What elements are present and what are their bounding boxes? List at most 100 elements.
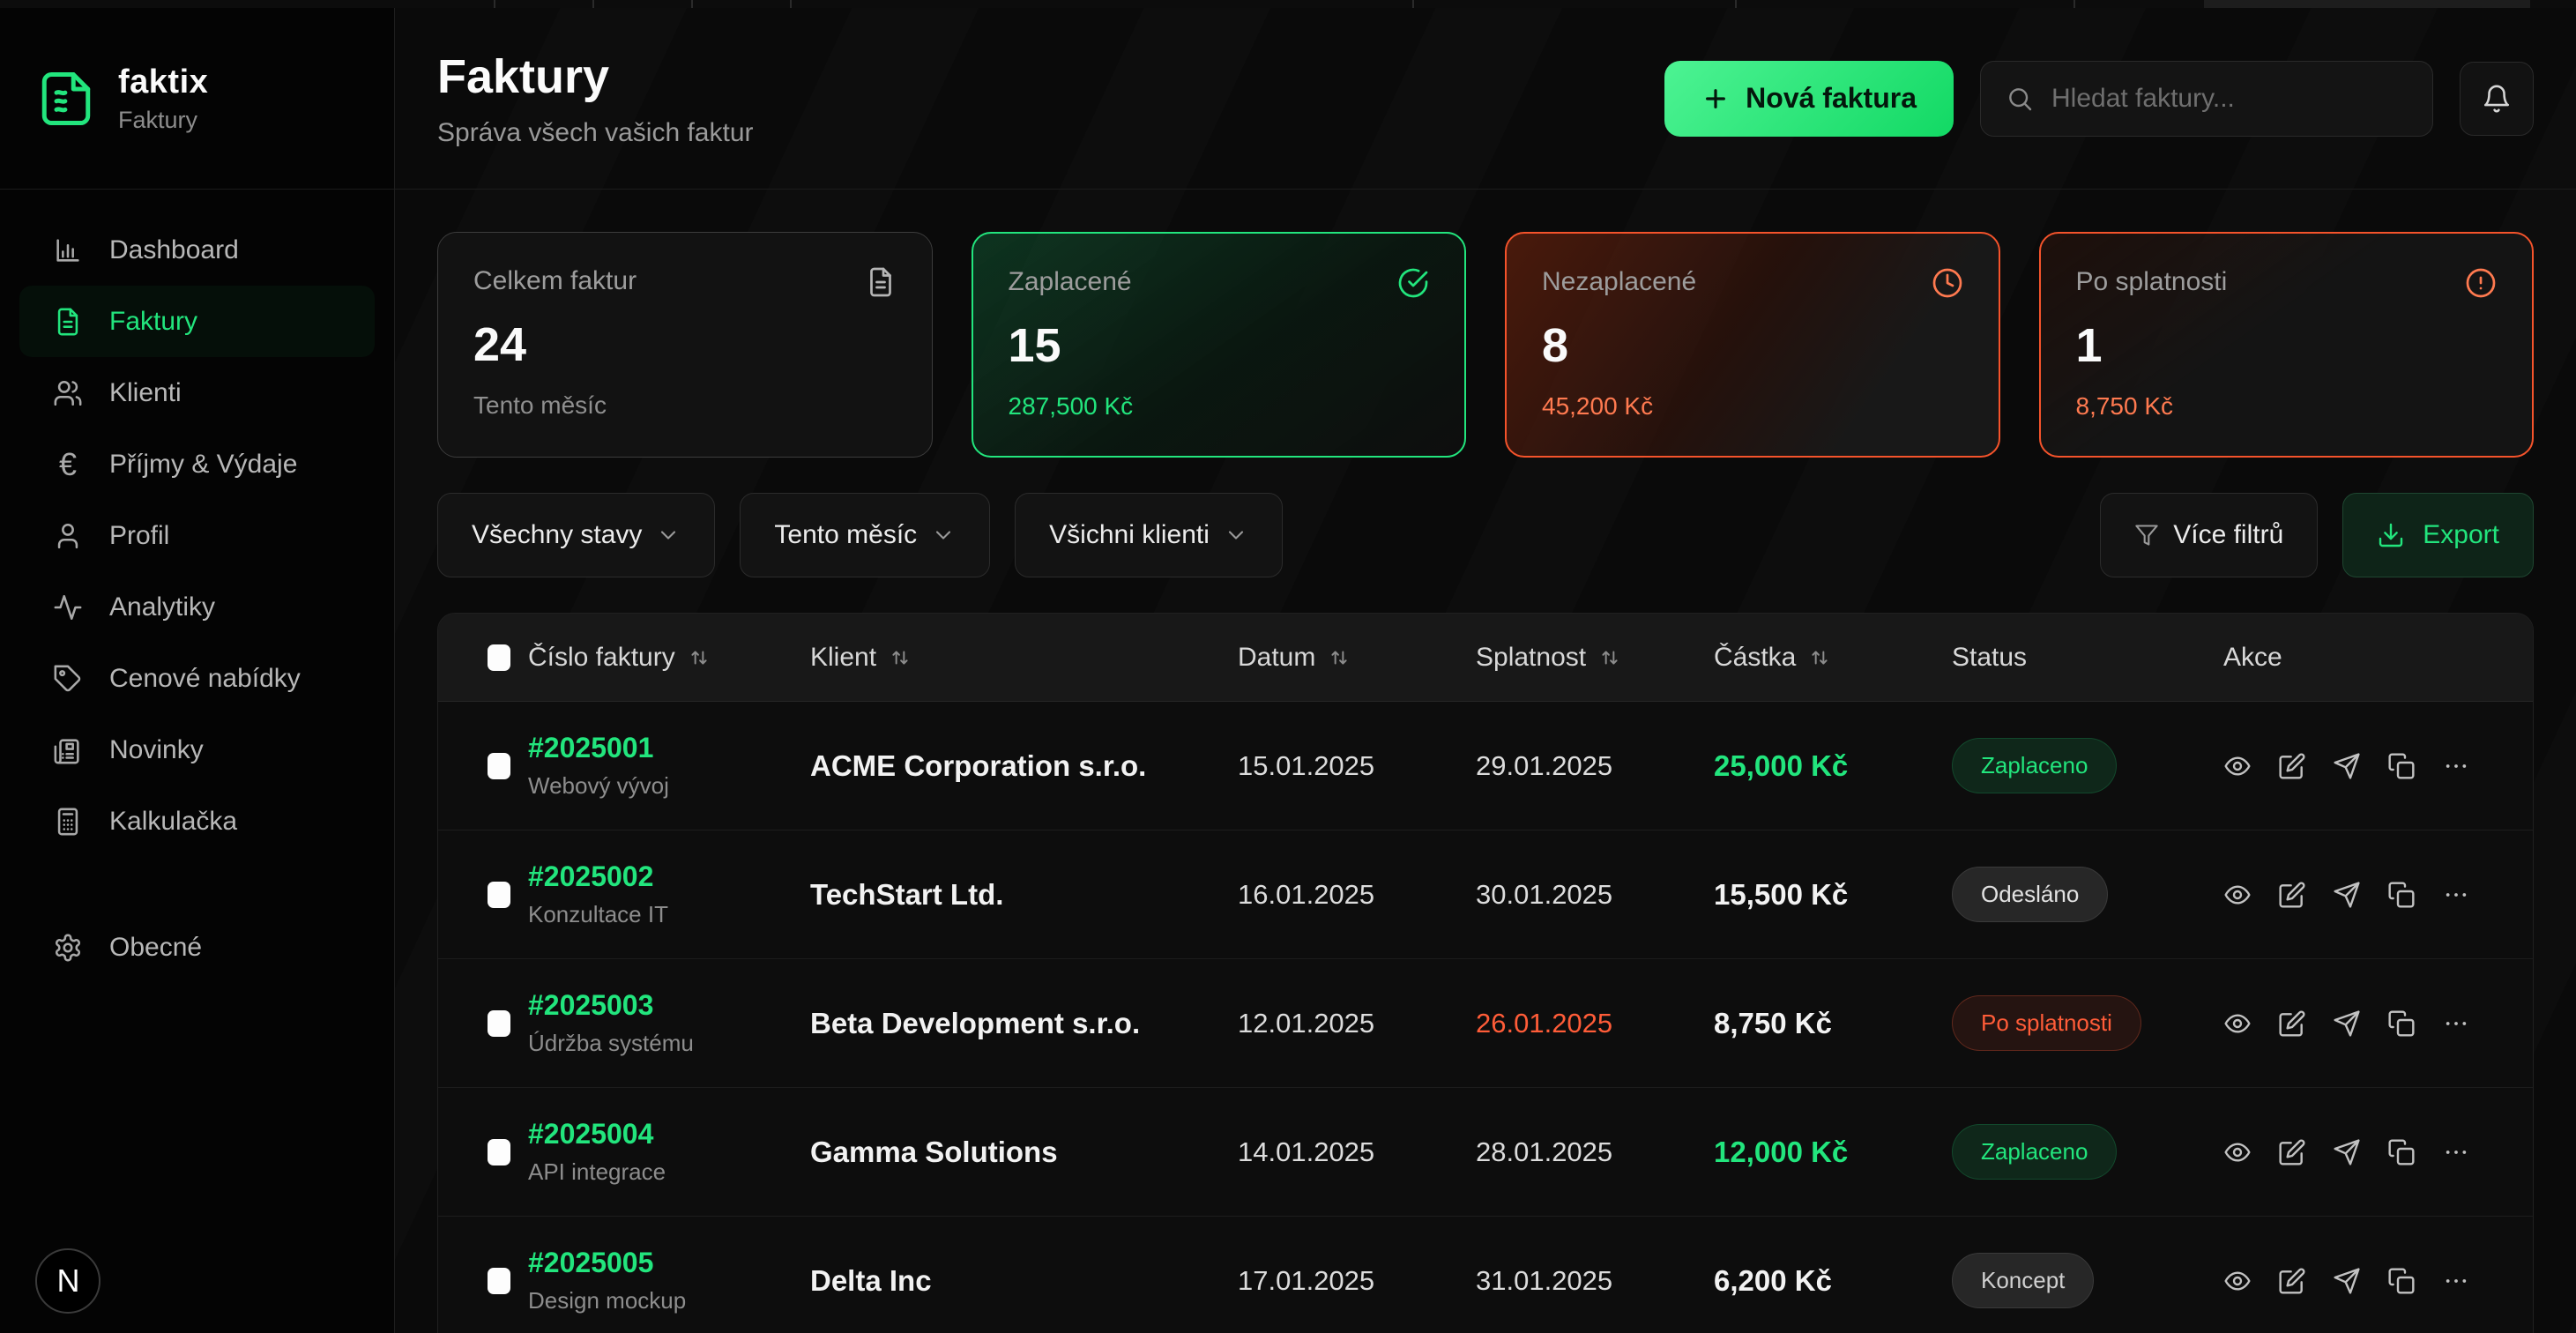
- column-header-due[interactable]: Splatnost: [1476, 643, 1714, 673]
- invoice-number[interactable]: #2025005: [528, 1247, 810, 1279]
- new-invoice-button[interactable]: Nová faktura: [1664, 61, 1954, 137]
- column-header-client[interactable]: Klient: [810, 643, 1238, 673]
- export-label: Export: [2423, 520, 2499, 550]
- search-box[interactable]: [1980, 61, 2433, 137]
- invoice-client: TechStart Ltd.: [810, 878, 1238, 912]
- view-icon[interactable]: [2223, 752, 2252, 780]
- sidebar-item-label: Obecné: [109, 933, 202, 963]
- filters-row: Všechny stavy Tento měsíc Všichni klient…: [395, 458, 2576, 577]
- row-checkbox[interactable]: [488, 882, 510, 908]
- invoice-number[interactable]: #2025001: [528, 732, 810, 764]
- page-header: Faktury Správa všech vašich faktur Nová …: [395, 8, 2576, 190]
- users-icon: [53, 378, 83, 408]
- more-actions-icon[interactable]: [2442, 752, 2470, 780]
- sidebar-item-label: Analytiky: [109, 592, 215, 622]
- client-filter-dropdown[interactable]: Všichni klienti: [1015, 493, 1283, 577]
- search-input[interactable]: [2051, 84, 2408, 114]
- row-checkbox[interactable]: [488, 1010, 510, 1037]
- sidebar-item-faktury[interactable]: Faktury: [19, 286, 375, 357]
- more-actions-icon[interactable]: [2442, 1009, 2470, 1038]
- status-filter-dropdown[interactable]: Všechny stavy: [437, 493, 715, 577]
- table-header-row: Číslo faktury Klient Datum Splatnost Čás…: [438, 614, 2533, 702]
- invoice-project: Design mockup: [528, 1287, 810, 1314]
- sidebar-item-analytiky[interactable]: Analytiky: [19, 571, 375, 643]
- invoice-due: 29.01.2025: [1476, 750, 1714, 782]
- send-icon[interactable]: [2333, 752, 2361, 780]
- view-icon[interactable]: [2223, 1138, 2252, 1166]
- sidebar-item-prijmy-vydaje[interactable]: € Příjmy & Výdaje: [19, 428, 375, 500]
- period-filter-dropdown[interactable]: Tento měsíc: [740, 493, 990, 577]
- invoice-number[interactable]: #2025004: [528, 1118, 810, 1151]
- invoice-project: Údržba systému: [528, 1030, 810, 1057]
- sidebar-item-label: Dashboard: [109, 235, 239, 265]
- row-checkbox[interactable]: [488, 1139, 510, 1165]
- send-icon[interactable]: [2333, 1138, 2361, 1166]
- table-row[interactable]: #2025005 Design mockup Delta Inc 17.01.2…: [438, 1217, 2533, 1333]
- edit-icon[interactable]: [2278, 1138, 2306, 1166]
- copy-icon[interactable]: [2387, 752, 2416, 780]
- copy-icon[interactable]: [2387, 881, 2416, 909]
- view-icon[interactable]: [2223, 881, 2252, 909]
- sidebar-item-novinky[interactable]: Novinky: [19, 714, 375, 786]
- copy-icon[interactable]: [2387, 1138, 2416, 1166]
- table-row[interactable]: #2025004 API integrace Gamma Solutions 1…: [438, 1088, 2533, 1217]
- sidebar-item-label: Profil: [109, 521, 169, 551]
- nextjs-dev-badge[interactable]: N: [35, 1248, 101, 1314]
- invoice-due: 31.01.2025: [1476, 1265, 1714, 1297]
- notifications-button[interactable]: [2460, 62, 2534, 136]
- sidebar: faktix Faktury Dashboard Faktury Klienti…: [0, 8, 395, 1333]
- bar-chart-icon: [53, 235, 83, 265]
- sidebar-item-obecne[interactable]: Obecné: [19, 912, 375, 983]
- select-all-checkbox[interactable]: [488, 644, 510, 671]
- send-icon[interactable]: [2333, 1267, 2361, 1295]
- sidebar-item-cenove-nabidky[interactable]: Cenové nabídky: [19, 643, 375, 714]
- view-icon[interactable]: [2223, 1009, 2252, 1038]
- invoice-date: 14.01.2025: [1238, 1136, 1476, 1168]
- sidebar-item-klienti[interactable]: Klienti: [19, 357, 375, 428]
- sidebar-nav: Dashboard Faktury Klienti € Příjmy & Výd…: [0, 190, 394, 983]
- table-row[interactable]: #2025003 Údržba systému Beta Development…: [438, 959, 2533, 1088]
- stat-value: 24: [473, 317, 897, 372]
- invoice-number[interactable]: #2025002: [528, 860, 810, 893]
- user-icon: [53, 521, 83, 551]
- sidebar-item-label: Novinky: [109, 735, 204, 765]
- check-circle-icon: [1397, 267, 1429, 299]
- copy-icon[interactable]: [2387, 1009, 2416, 1038]
- edit-icon[interactable]: [2278, 881, 2306, 909]
- invoice-amount: 6,200 Kč: [1714, 1264, 1952, 1298]
- view-icon[interactable]: [2223, 1267, 2252, 1295]
- sidebar-item-profil[interactable]: Profil: [19, 500, 375, 571]
- edit-icon[interactable]: [2278, 1009, 2306, 1038]
- send-icon[interactable]: [2333, 881, 2361, 909]
- more-actions-icon[interactable]: [2442, 1138, 2470, 1166]
- table-row[interactable]: #2025002 Konzultace IT TechStart Ltd. 16…: [438, 830, 2533, 959]
- export-button[interactable]: Export: [2342, 493, 2534, 577]
- stat-card-paid: Zaplacené 15 287,500 Kč: [972, 232, 1467, 458]
- row-checkbox[interactable]: [488, 1268, 510, 1294]
- row-checkbox[interactable]: [488, 753, 510, 779]
- calculator-icon: [53, 807, 83, 837]
- stat-sub: 287,500 Kč: [1009, 392, 1430, 421]
- sidebar-item-dashboard[interactable]: Dashboard: [19, 214, 375, 286]
- column-header-number[interactable]: Číslo faktury: [528, 643, 810, 673]
- column-header-date[interactable]: Datum: [1238, 643, 1476, 673]
- edit-icon[interactable]: [2278, 1267, 2306, 1295]
- chevron-down-icon: [656, 523, 681, 547]
- invoice-due-overdue: 26.01.2025: [1476, 1008, 1714, 1039]
- invoice-due: 28.01.2025: [1476, 1136, 1714, 1168]
- edit-icon[interactable]: [2278, 752, 2306, 780]
- copy-icon[interactable]: [2387, 1267, 2416, 1295]
- table-row[interactable]: #2025001 Webový vývoj ACME Corporation s…: [438, 702, 2533, 830]
- column-header-status: Status: [1952, 643, 2223, 673]
- invoice-number[interactable]: #2025003: [528, 989, 810, 1022]
- stat-sub: Tento měsíc: [473, 391, 897, 420]
- more-actions-icon[interactable]: [2442, 881, 2470, 909]
- stat-label: Nezaplacené: [1542, 267, 1696, 297]
- sidebar-item-kalkulacka[interactable]: Kalkulačka: [19, 786, 375, 857]
- more-filters-button[interactable]: Více filtrů: [2100, 493, 2318, 577]
- invoice-amount: 25,000 Kč: [1714, 749, 1952, 783]
- app-brand[interactable]: faktix Faktury: [0, 8, 394, 190]
- column-header-amount[interactable]: Částka: [1714, 643, 1952, 673]
- send-icon[interactable]: [2333, 1009, 2361, 1038]
- more-actions-icon[interactable]: [2442, 1267, 2470, 1295]
